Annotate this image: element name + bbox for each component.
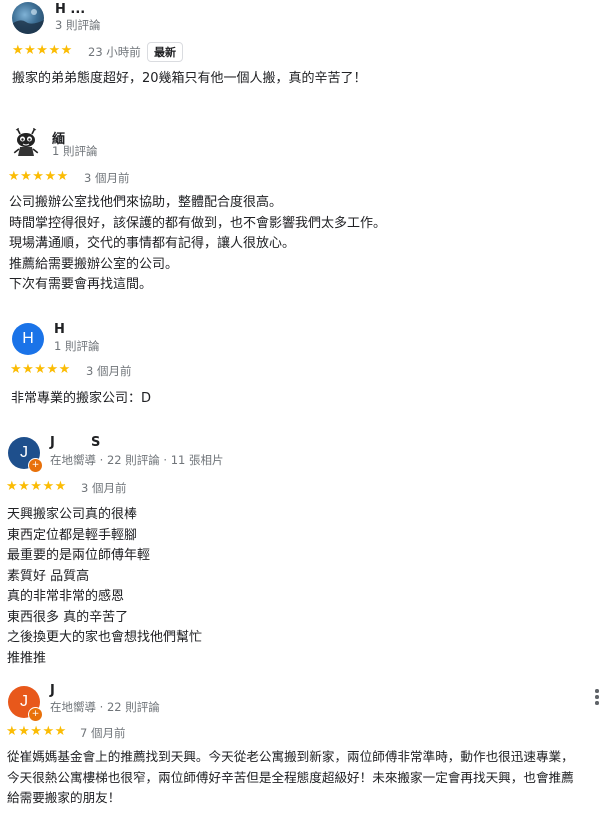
more-options-icon[interactable] [587,685,607,709]
review-line: 現場溝通順，交代的事情都有記得，讓人很放心。 [9,236,296,251]
reviewer-name[interactable]: J [50,683,55,698]
star-rating: ★★★★★ [10,362,71,377]
photo-avatar-icon [12,9,44,34]
avatar-letter: H [22,330,34,347]
star-rating: ★★★★★ [6,724,67,739]
reviewer-meta: 3 則評論 [55,18,101,32]
star-rating: ★★★★★ [12,43,73,58]
star-rating: ★★★★★ [8,169,69,184]
review-text: 公司搬辦公室找他們來協助，整體配合度很高。 時間掌控得很好，該保護的都有做到，也… [9,193,386,296]
cartoon-avatar-icon [13,126,39,156]
review-line: 給需要搬家的朋友！ [7,790,121,805]
reviewer-meta: 1 則評論 [54,339,100,353]
review-text: 從崔媽媽基金會上的推薦找到天興。今天從老公寓搬到新家，兩位師傅非常準時，動作也很… [7,747,574,809]
review-time: 3 個月前 [86,364,132,378]
review-line: 之後換更大的家也會想找他們幫忙 [7,630,203,645]
review-text: 非常專業的搬家公司：D [11,389,151,410]
review-line: 推薦給需要搬辦公室的公司。 [9,256,179,272]
star-rating: ★★★★★ [6,479,67,494]
reviewer-name[interactable]: J S [50,435,100,450]
review-line: 時間掌控得很好，該保護的都有做到，也不會影響我們太多工作。 [9,215,387,231]
review-line: 推推推 [7,650,47,666]
review-line: 真的非常非常的感恩 [7,589,125,604]
reviewer-meta: 在地嚮導 · 22 則評論 · 11 張相片 [50,453,224,467]
review-line: 天興搬家公司真的很棒 [7,507,138,522]
review-time: 3 個月前 [84,171,130,185]
reviewer-name[interactable]: H [54,322,65,337]
review-line: 搬家的弟弟態度超好，20幾箱只有他一個人搬，真的辛苦了！ [12,71,367,86]
review-line: 東西很多 真的辛苦了 [7,609,129,625]
reviewer-avatar[interactable] [10,126,42,158]
review-time: 23 小時前 [88,45,141,59]
review-line: 從崔媽媽基金會上的推薦找到天興。今天從老公寓搬到新家，兩位師傅非常準時，動作也很… [7,749,574,764]
local-guide-badge-icon: + [28,707,43,722]
review-line: 素質好 品質高 [7,568,90,584]
review-time: 7 個月前 [80,726,126,740]
reviewer-name[interactable]: H ... [55,2,85,17]
review-time: 3 個月前 [81,481,127,495]
local-guide-badge-icon: + [28,458,43,473]
avatar-letter: J [20,444,28,461]
review-line: 公司搬辦公室找他們來協助，整體配合度很高。 [9,195,283,210]
reviewer-avatar[interactable]: H [12,323,44,355]
reviewer-avatar[interactable] [12,2,44,34]
review-card: H ... 3 則評論 ★★★★★ 23 小時前 最新 搬家的弟弟態度超好，20… [0,0,613,110]
reviewer-meta: 1 則評論 [52,144,98,158]
review-card: H H 1 則評論 ★★★★★ 3 個月前 非常專業的搬家公司：D [0,318,613,418]
reviewer-meta: 在地嚮導 · 22 則評論 [50,700,160,714]
review-line: 最重要的是兩位師傅年輕 [7,548,151,563]
review-line: 非常專業的搬家公司：D [11,391,152,406]
review-card: J + J S 在地嚮導 · 22 則評論 · 11 張相片 ★★★★★ 3 個… [0,432,613,672]
review-line: 下次有需要會再找這間。 [9,277,153,292]
review-card: J + J 在地嚮導 · 22 則評論 ★★★★★ 7 個月前 從崔媽媽基金會上… [0,680,613,820]
new-badge: 最新 [147,42,183,62]
review-text: 搬家的弟弟態度超好，20幾箱只有他一個人搬，真的辛苦了！ [12,69,367,90]
review-card: 緬 1 則評論 ★★★★★ 3 個月前 公司搬辦公室找他們來協助，整體配合度很高… [0,120,613,300]
review-line: 今天很熱公寓樓梯也很窄，兩位師傅好辛苦但是全程態度超級好！未來搬家一定會再找天興… [7,769,574,785]
review-text: 天興搬家公司真的很棒 東西定位都是輕手輕腳 最重要的是兩位師傅年輕 素質好 品質… [7,505,202,669]
avatar-letter: J [20,693,28,710]
review-line: 東西定位都是輕手輕腳 [7,527,138,543]
